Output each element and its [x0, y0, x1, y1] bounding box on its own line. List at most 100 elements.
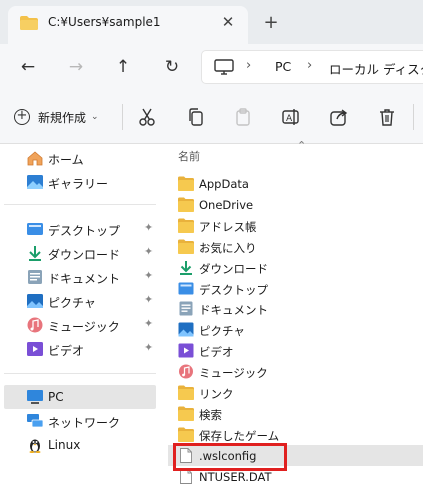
file-name: NTUSER.DAT [199, 469, 272, 484]
sidebar-item-label: ビデオ [48, 344, 85, 358]
sidebar-item-videos[interactable]: ビデオ ✦ [4, 337, 156, 361]
pc-icon [27, 390, 43, 404]
documents-icon [179, 301, 193, 316]
file-name: ドキュメント [199, 303, 268, 318]
file-name: ピクチャ [199, 324, 245, 339]
sidebar-item-label: ホーム [48, 153, 84, 167]
folder-icon [178, 427, 194, 442]
sidebar-item-label: ギャラリー [48, 177, 109, 191]
new-tab-button[interactable]: + [260, 12, 282, 34]
file-row[interactable]: ビデオ [168, 340, 423, 361]
file-row[interactable]: ピクチャ [168, 319, 423, 340]
folder-icon [178, 197, 194, 212]
file-row[interactable]: リンク [168, 382, 423, 403]
navigation-pane: ホーム ギャラリー デスクトップ ✦ ダウンロード ✦ ドキュメント ✦ ピクチ… [0, 144, 160, 493]
file-row[interactable]: OneDrive [168, 194, 423, 215]
tab-title: C:¥Users¥sample1 [48, 15, 161, 29]
file-name: AppData [199, 177, 249, 191]
sidebar-item-documents[interactable]: ドキュメント ✦ [4, 265, 156, 289]
file-list: ⌃ 名前 AppData OneDrive アドレス帳お気に入りダウンロードデスクト… [160, 139, 423, 493]
file-name: お気に入り [199, 240, 257, 255]
pin-icon[interactable]: ✦ [144, 317, 153, 330]
pin-icon[interactable]: ✦ [144, 341, 153, 354]
file-row[interactable]: ダウンロード [168, 257, 423, 278]
file-name: アドレス帳 [199, 219, 257, 234]
sidebar-divider [4, 373, 156, 374]
download-icon [180, 260, 192, 275]
chevron-down-icon: ⌄ [91, 112, 99, 122]
sidebar-item-gallery[interactable]: ギャラリー [4, 170, 156, 194]
desktop-icon [178, 282, 194, 294]
copy-icon[interactable] [186, 107, 206, 127]
breadcrumb-separator: › [307, 58, 313, 73]
paste-icon[interactable] [233, 107, 253, 127]
pin-icon[interactable]: ✦ [144, 269, 153, 282]
highlight-annotation-box [173, 443, 287, 471]
file-name: ダウンロード [199, 261, 268, 276]
new-button[interactable]: + 新規作成 ⌄ [14, 106, 99, 128]
file-row[interactable]: AppData [168, 173, 423, 194]
sidebar-item-desktop[interactable]: デスクトップ ✦ [4, 217, 156, 241]
network-icon [27, 414, 44, 428]
music-icon [179, 364, 193, 379]
sidebar-item-home[interactable]: ホーム [4, 146, 156, 170]
sidebar-item-label: PC [48, 390, 64, 404]
pin-icon[interactable]: ✦ [144, 293, 153, 306]
videos-icon [27, 342, 43, 356]
sidebar-item-label: ピクチャ [48, 296, 96, 310]
music-icon [27, 317, 43, 333]
breadcrumb-pc[interactable]: PC [275, 59, 291, 74]
sidebar-item-network[interactable]: ネットワーク [4, 409, 156, 433]
file-row[interactable]: 保存したゲーム [168, 424, 423, 445]
sidebar-item-label: ドキュメント [48, 272, 121, 286]
sidebar-item-linux[interactable]: Linux [4, 433, 156, 457]
navigation-bar: ← → ↑ ↻ › PC › ローカル ディスク [0, 44, 423, 90]
plus-icon: + [14, 109, 30, 125]
tab-current[interactable]: C:¥Users¥sample1 ✕ [8, 6, 248, 44]
file-row[interactable]: アドレス帳 [168, 215, 423, 236]
sidebar-item-label: Linux [48, 438, 81, 452]
pictures-icon [27, 294, 43, 308]
desktop-icon [27, 223, 43, 235]
sidebar-item-music[interactable]: ミュージック ✦ [4, 313, 156, 337]
sidebar-item-pc[interactable]: PC [4, 385, 156, 409]
breadcrumb-local-disk[interactable]: ローカル ディスク [329, 59, 423, 78]
documents-icon [28, 270, 42, 284]
file-row[interactable]: ドキュメント [168, 298, 423, 319]
file-name: OneDrive [199, 197, 254, 212]
pin-icon[interactable]: ✦ [144, 221, 153, 234]
pictures-icon [178, 322, 194, 337]
delete-icon[interactable] [377, 107, 397, 127]
column-header-name[interactable]: 名前 [178, 148, 200, 164]
sidebar-item-label: ダウンロード [48, 248, 121, 262]
command-bar: + 新規作成 ⌄ A [0, 90, 423, 144]
back-button[interactable]: ← [16, 56, 40, 78]
sidebar-item-label: ネットワーク [48, 416, 121, 430]
file-row[interactable]: お気に入り [168, 236, 423, 257]
sidebar-item-downloads[interactable]: ダウンロード ✦ [4, 241, 156, 265]
file-row[interactable]: 検索 [168, 403, 423, 424]
share-icon[interactable] [329, 107, 349, 127]
sidebar-item-pictures[interactable]: ピクチャ ✦ [4, 289, 156, 313]
folder-icon [178, 239, 194, 254]
download-icon [29, 246, 41, 261]
file-row[interactable]: ミュージック [168, 361, 423, 382]
forward-button[interactable]: → [64, 56, 88, 78]
folder-icon [20, 16, 38, 30]
refresh-button[interactable]: ↻ [160, 56, 184, 78]
folder-icon [178, 406, 194, 421]
file-name: 保存したゲーム [199, 428, 280, 443]
linux-icon [29, 439, 41, 453]
rename-icon[interactable]: A [281, 107, 301, 127]
pin-icon[interactable]: ✦ [144, 245, 153, 258]
up-button[interactable]: ↑ [111, 56, 135, 78]
gallery-icon [27, 175, 43, 189]
address-bar[interactable]: › PC › ローカル ディスク [201, 50, 423, 84]
toolbar-divider [413, 104, 414, 130]
new-button-label: 新規作成 [38, 110, 87, 125]
sort-ascending-icon: ⌃ [297, 139, 307, 152]
folder-icon [178, 218, 194, 233]
cut-icon[interactable] [137, 107, 157, 127]
file-row[interactable]: デスクトップ [168, 278, 423, 299]
close-tab-button[interactable]: ✕ [218, 12, 238, 32]
